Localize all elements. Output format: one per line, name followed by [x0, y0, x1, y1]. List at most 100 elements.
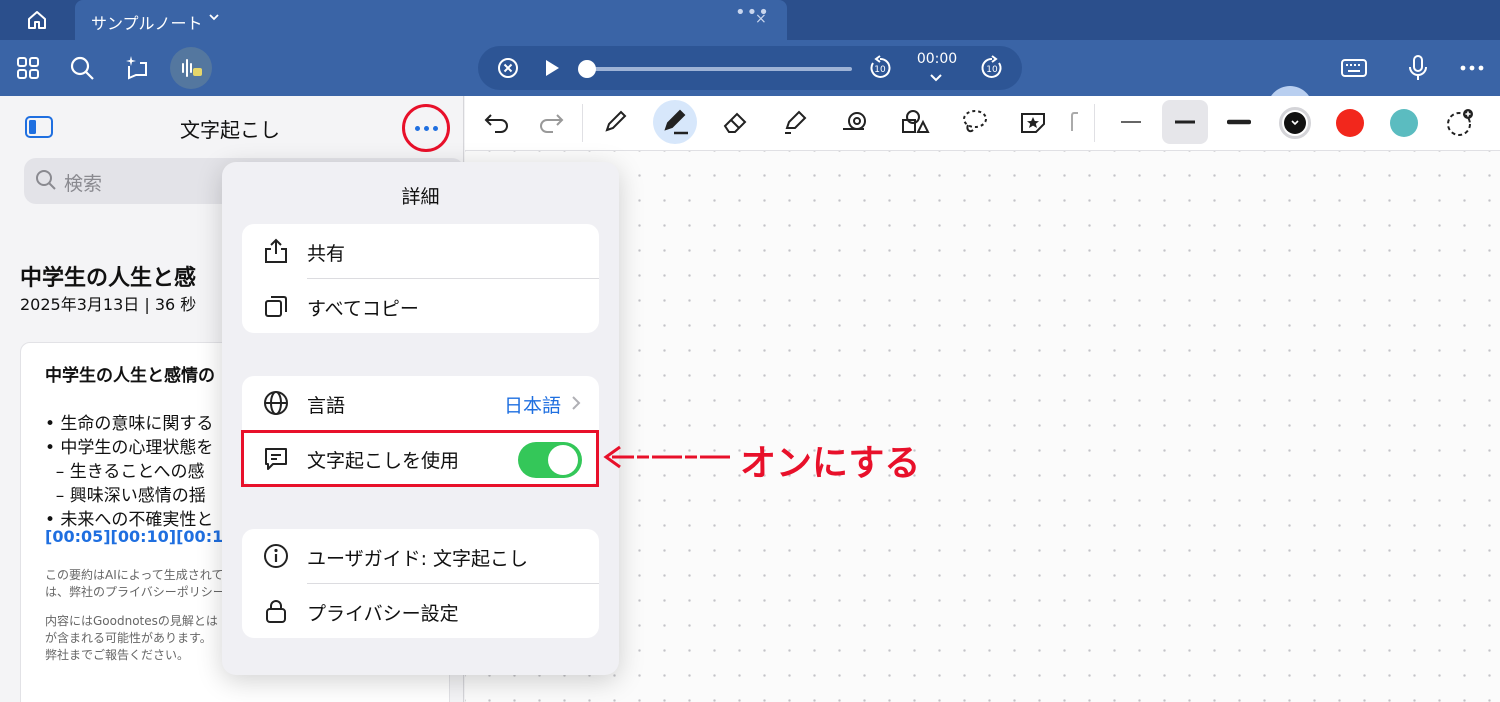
globe-icon: [262, 389, 290, 417]
more-tools-edge[interactable]: [1065, 100, 1085, 144]
active-pen-button[interactable]: [653, 100, 697, 144]
color-swatch-black-inner[interactable]: [1284, 112, 1306, 134]
undo-icon: [484, 114, 508, 133]
search-icon: [70, 56, 94, 80]
dot: [414, 125, 420, 131]
share-row[interactable]: 共有: [242, 224, 599, 278]
shape-icon: [843, 112, 866, 130]
chevron-down-icon: [1291, 120, 1299, 126]
grid-icon: [17, 57, 39, 79]
annotation-arrow-icon: [603, 445, 730, 469]
share-label: 共有: [307, 243, 346, 265]
search-button[interactable]: [62, 48, 102, 88]
user-guide-label: ユーザガイド: 文字起こし: [307, 548, 529, 570]
forward-10-icon: 10: [981, 55, 1002, 78]
share-group: 共有 すべてコピー: [242, 224, 599, 333]
highlighter-button[interactable]: [773, 100, 817, 144]
ai-button[interactable]: [116, 48, 156, 88]
sidebar-title: 文字起こし: [180, 118, 280, 142]
chevron-down-icon[interactable]: [208, 11, 220, 23]
chevron-down-icon[interactable]: [928, 72, 944, 84]
privacy-row[interactable]: プライバシー設定: [242, 584, 599, 638]
keyboard-button[interactable]: [1334, 48, 1374, 88]
elements-button[interactable]: [893, 100, 937, 144]
microphone-icon: [1409, 55, 1427, 80]
language-row[interactable]: 言語 日本語: [242, 376, 599, 430]
search-placeholder: 検索: [64, 173, 103, 195]
play-icon: [546, 60, 559, 76]
playback-time: 00:00: [916, 51, 958, 67]
ai-sparkle-icon: [126, 56, 147, 80]
play-button[interactable]: [536, 52, 568, 84]
close-circle-icon: [498, 58, 518, 78]
lasso-icon: [963, 110, 987, 133]
language-label: 言語: [307, 395, 346, 417]
pen-icon: [605, 110, 627, 132]
elements-icon: [902, 110, 930, 133]
lock-icon: [262, 597, 290, 625]
audio-transcription-button[interactable]: [170, 47, 212, 89]
sidebar-toggle-button[interactable]: [24, 115, 54, 139]
toggle-highlight-box: [241, 430, 599, 487]
disclaimer-line: 内容にはGoodnotesの見解とは: [45, 614, 218, 628]
tab-title: サンプルノート: [91, 14, 203, 33]
playback-knob[interactable]: [578, 60, 596, 78]
stroke-thin-icon: [1121, 121, 1141, 123]
summary-line: • 中学生の心理状態を: [45, 438, 214, 458]
keyboard-icon: [1341, 59, 1367, 77]
info-icon: [262, 542, 290, 570]
summary-heading: 中学生の人生と感情の: [45, 366, 215, 386]
stroke-medium-button[interactable]: [1162, 100, 1208, 144]
stroke-medium-icon: [1175, 120, 1195, 124]
microphone-button[interactable]: [1398, 48, 1438, 88]
redo-icon: [540, 114, 564, 133]
more-options-button[interactable]: [402, 104, 450, 152]
more-toolbar-button[interactable]: [1452, 48, 1492, 88]
popover-title: 詳細: [401, 186, 440, 208]
disclaimer-line: この要約はAIによって生成されて: [45, 568, 224, 582]
redo-button[interactable]: [529, 100, 573, 144]
summary-line: • 生命の意味に関する: [45, 414, 214, 434]
svg-text:10: 10: [874, 65, 886, 75]
color-swatch-teal[interactable]: [1390, 109, 1418, 137]
undo-button[interactable]: [475, 100, 519, 144]
playback-track[interactable]: [586, 67, 852, 71]
forward-button[interactable]: 10: [976, 52, 1008, 84]
add-color-button[interactable]: [1446, 108, 1474, 136]
stroke-thick-button[interactable]: [1217, 100, 1261, 144]
help-group: ユーザガイド: 文字起こし プライバシー設定: [242, 529, 599, 638]
shape-button[interactable]: [833, 100, 877, 144]
summary-line: – 興味深い感情の揺: [45, 486, 206, 506]
lasso-button[interactable]: [953, 100, 997, 144]
search-icon: [36, 170, 56, 190]
grid-button[interactable]: [8, 48, 48, 88]
annotation-text: オンにする: [740, 443, 921, 484]
timestamp-links[interactable]: [00:05][00:10][00:14]: [45, 527, 242, 546]
stroke-thin-button[interactable]: [1109, 100, 1153, 144]
svg-text:10: 10: [986, 65, 998, 75]
disclaimer-line: が含まれる可能性があります。: [45, 631, 212, 645]
copy-all-row[interactable]: すべてコピー: [242, 279, 599, 333]
color-swatch-red[interactable]: [1336, 109, 1364, 137]
highlighter-icon: [785, 110, 807, 134]
copy-all-label: すべてコピー: [307, 298, 419, 320]
user-guide-row[interactable]: ユーザガイド: 文字起こし: [242, 529, 599, 583]
sticker-button[interactable]: [1011, 100, 1055, 144]
pen-tool-button[interactable]: [593, 100, 637, 144]
tab-sample-note[interactable]: サンプルノート ••• ×: [75, 0, 787, 40]
note-canvas[interactable]: [465, 151, 1500, 702]
stroke-thick-icon: [1227, 119, 1251, 125]
eraser-button[interactable]: [713, 100, 757, 144]
details-popover: 詳細 共有 すべてコピー 言語 日本語 文字起こしを使用 ユーザガイド: 文字起…: [222, 162, 619, 675]
audio-transcription-icon: [182, 59, 202, 77]
home-icon: [28, 11, 46, 29]
disclaimer-line: は、弊社のプライバシーポリシー: [45, 585, 225, 599]
tab-close-button[interactable]: ×: [755, 11, 767, 27]
home-button[interactable]: [16, 7, 58, 33]
share-icon: [262, 237, 290, 265]
privacy-label: プライバシー設定: [307, 603, 459, 625]
toolbar-divider: [1094, 104, 1095, 142]
rewind-button[interactable]: 10: [864, 52, 896, 84]
close-player-button[interactable]: [492, 52, 524, 84]
dot: [423, 125, 429, 131]
